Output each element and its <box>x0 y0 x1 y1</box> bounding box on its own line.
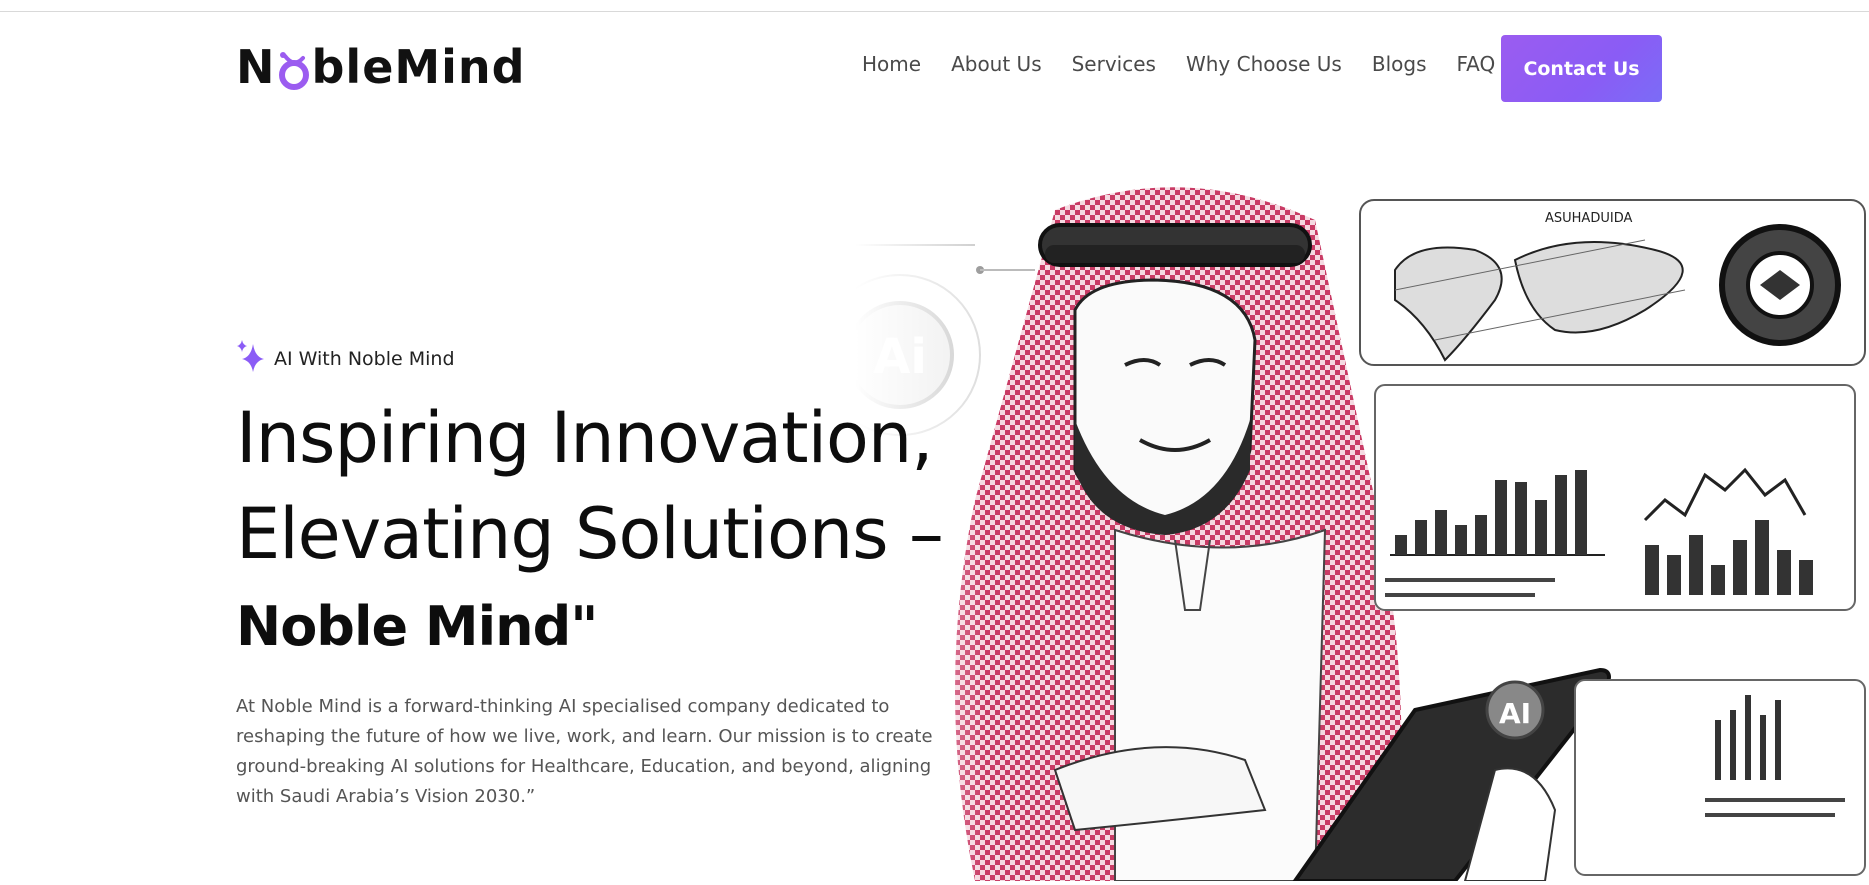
hero-description: At Noble Mind is a forward-thinking AI s… <box>236 696 933 807</box>
nav-about-us[interactable]: About Us <box>951 52 1042 76</box>
top-border <box>0 0 1869 12</box>
hero-subtitle: Noble Mind" <box>236 595 598 658</box>
gear-badge-text: AI <box>1499 697 1531 730</box>
hero-title-line-2: Elevating Solutions – <box>236 493 944 575</box>
hero-title: Inspiring Innovation, Elevating Solution… <box>236 390 996 582</box>
nav-home[interactable]: Home <box>862 52 921 76</box>
hero-title-line-1: Inspiring Innovation, <box>236 397 934 479</box>
panel-label: ASUHADUIDA <box>1545 211 1632 226</box>
hero-illustration: Ai ASUHADUIDA <box>819 170 1869 883</box>
world-map-panel: ASUHADUIDA <box>1359 199 1866 366</box>
bar-chart-panel <box>1374 384 1856 611</box>
nav-why-choose-us[interactable]: Why Choose Us <box>1186 52 1342 76</box>
nav-faq[interactable]: FAQ <box>1457 52 1496 76</box>
contact-us-button[interactable]: Contact Us <box>1501 35 1662 102</box>
logo-mark-icon <box>277 47 311 90</box>
nav-blogs[interactable]: Blogs <box>1372 52 1427 76</box>
sparkle-icon <box>236 340 266 378</box>
logo-text-prefix: N <box>236 40 276 94</box>
man-with-tablet-figure <box>955 187 1402 882</box>
main-nav: Home About Us Services Why Choose Us Blo… <box>862 52 1495 76</box>
hero-tag: AI With Noble Mind <box>236 340 455 378</box>
noblemind-logo[interactable]: N bleMind <box>236 40 526 94</box>
hero-tag-text: AI With Noble Mind <box>274 348 455 370</box>
logo-text-suffix: bleMind <box>311 40 526 94</box>
nav-services[interactable]: Services <box>1072 52 1156 76</box>
